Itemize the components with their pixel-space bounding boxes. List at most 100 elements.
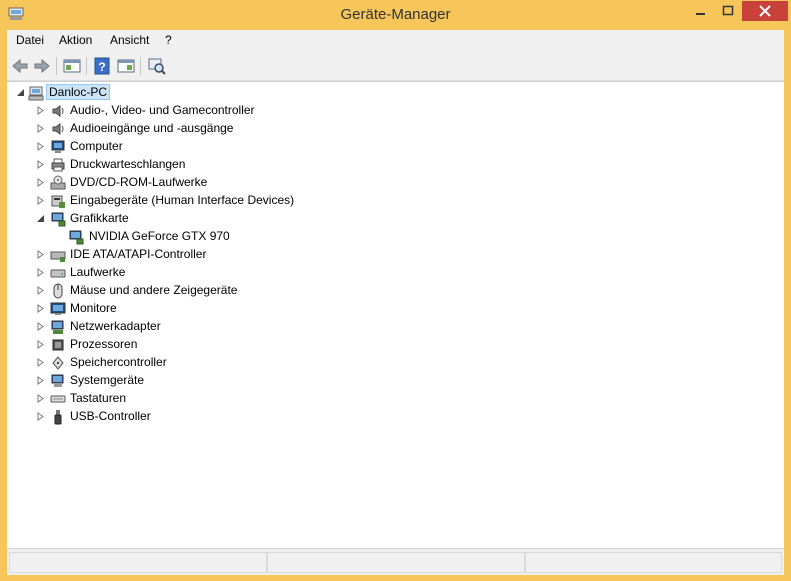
tree-category-row[interactable]: Systemgeräte <box>7 372 784 390</box>
tree-category-label: Speichercontroller <box>70 355 167 369</box>
expand-arrow-icon[interactable] <box>36 106 45 115</box>
menu-datei[interactable]: Datei <box>16 33 44 47</box>
tree-device-label: NVIDIA GeForce GTX 970 <box>89 229 230 243</box>
tree-category-row[interactable]: Monitore <box>7 300 784 318</box>
disk-drive-icon <box>50 269 66 278</box>
expand-arrow-icon[interactable] <box>36 250 45 259</box>
maximize-button[interactable] <box>714 1 742 21</box>
tree-category-label: Grafikkarte <box>70 211 129 225</box>
menu-ansicht[interactable]: Ansicht <box>110 33 149 47</box>
tree-category-row[interactable]: Eingabegeräte (Human Interface Devices) <box>7 192 784 210</box>
device-manager-window: Geräte-Manager Datei Aktion Ansicht ? ? … <box>0 0 791 581</box>
properties-view-icon[interactable] <box>62 56 82 76</box>
title-bar[interactable]: Geräte-Manager <box>0 0 791 30</box>
tree-category-label: Laufwerke <box>70 265 126 279</box>
expand-arrow-icon[interactable] <box>36 160 45 169</box>
ide-controller-icon <box>50 251 66 262</box>
hid-icon <box>51 195 65 208</box>
expand-arrow-icon[interactable] <box>36 412 45 421</box>
expand-arrow-icon[interactable] <box>36 142 45 151</box>
expand-arrow-icon[interactable] <box>36 196 45 205</box>
expand-arrow-icon[interactable] <box>36 322 45 331</box>
printer-icon <box>51 158 65 172</box>
collapse-arrow-icon[interactable] <box>16 88 25 97</box>
status-cell <box>267 552 525 573</box>
tree-category-row[interactable]: Prozessoren <box>7 336 784 354</box>
tree-category-label: Netzwerkadapter <box>70 319 161 333</box>
tree-category-label: Eingabegeräte (Human Interface Devices) <box>70 193 295 207</box>
tree-category-row[interactable]: Audio-, Video- und Gamecontroller <box>7 102 784 120</box>
toolbar-separator <box>140 57 141 75</box>
expand-arrow-icon[interactable] <box>36 304 45 313</box>
minimize-icon <box>696 13 705 15</box>
maximize-icon <box>722 5 734 16</box>
tree-category-row[interactable]: Druckwarteschlangen <box>7 156 784 174</box>
tree-category-row[interactable]: Mäuse und andere Zeigegeräte <box>7 282 784 300</box>
computer-root-icon <box>28 86 44 101</box>
expand-arrow-icon[interactable] <box>36 394 45 403</box>
network-adapter-icon <box>51 320 64 334</box>
menu-bar: Datei Aktion Ansicht ? <box>7 30 784 53</box>
tree-category-row[interactable]: USB-Controller <box>7 408 784 426</box>
tree-category-row[interactable]: Laufwerke <box>7 264 784 282</box>
collapse-arrow-icon[interactable] <box>36 214 45 223</box>
tree-category-label: Mäuse und andere Zeigegeräte <box>70 283 238 297</box>
status-cell <box>525 552 782 573</box>
svg-text:?: ? <box>98 60 105 74</box>
status-bar <box>7 548 784 575</box>
tree-category-row[interactable]: IDE ATA/ATAPI-Controller <box>7 246 784 264</box>
system-devices-icon <box>51 374 64 387</box>
expand-arrow-icon[interactable] <box>36 340 45 349</box>
help-icon[interactable]: ? <box>92 56 112 76</box>
expand-arrow-icon[interactable] <box>36 376 45 385</box>
tree-category-row[interactable]: Grafikkarte <box>7 210 784 228</box>
tree-category-row[interactable]: DVD/CD-ROM-Laufwerke <box>7 174 784 192</box>
usb-icon <box>54 410 62 425</box>
toolbar-separator <box>86 57 87 75</box>
minimize-button[interactable] <box>686 1 714 21</box>
tree-root[interactable]: Danloc-PC <box>7 84 784 102</box>
toolbar: ? <box>7 52 784 81</box>
tree-device-row[interactable]: NVIDIA GeForce GTX 970 <box>7 228 784 246</box>
tree-category-label: Computer <box>70 139 123 153</box>
computer-icon <box>51 140 65 153</box>
expand-arrow-icon[interactable] <box>36 358 45 367</box>
close-button[interactable] <box>742 1 788 21</box>
expand-arrow-icon[interactable] <box>36 178 45 187</box>
menu-aktion[interactable]: Aktion <box>59 33 92 47</box>
status-cell <box>9 552 267 573</box>
expand-arrow-icon[interactable] <box>36 268 45 277</box>
close-icon <box>759 5 771 17</box>
mouse-icon <box>53 283 63 299</box>
display-adapter-icon <box>51 212 66 227</box>
forward-arrow-icon[interactable] <box>32 56 52 76</box>
monitor-icon <box>50 302 66 315</box>
dvd-drive-icon <box>50 175 66 190</box>
keyboard-icon <box>50 395 66 403</box>
tree-category-label: Druckwarteschlangen <box>70 157 186 171</box>
speaker-icon <box>52 123 64 135</box>
processor-icon <box>52 339 64 351</box>
expand-arrow-icon[interactable] <box>36 124 45 133</box>
expand-arrow-icon[interactable] <box>36 286 45 295</box>
tree-category-row[interactable]: Audioeingänge und -ausgänge <box>7 120 784 138</box>
tree-category-label: Systemgeräte <box>70 373 145 387</box>
tree-category-row[interactable]: Netzwerkadapter <box>7 318 784 336</box>
device-tree[interactable]: Danloc-PC Audio-, Video- und Gamecontrol… <box>7 81 784 549</box>
tree-category-row[interactable]: Computer <box>7 138 784 156</box>
show-pane-icon[interactable] <box>116 56 136 76</box>
tree-category-label: Audioeingänge und -ausgänge <box>70 121 234 135</box>
tree-category-label: Audio-, Video- und Gamecontroller <box>70 103 255 117</box>
tree-category-label: USB-Controller <box>70 409 151 423</box>
back-arrow-icon[interactable] <box>10 56 30 76</box>
tree-category-label: Prozessoren <box>70 337 138 351</box>
tree-category-label: DVD/CD-ROM-Laufwerke <box>70 175 208 189</box>
speaker-icon <box>52 105 64 117</box>
tree-category-row[interactable]: Speichercontroller <box>7 354 784 372</box>
menu-help[interactable]: ? <box>165 33 172 47</box>
toolbar-separator <box>56 57 57 75</box>
tree-category-label: Monitore <box>70 301 117 315</box>
scan-hardware-icon[interactable] <box>147 56 167 76</box>
gpu-device-icon <box>69 230 84 245</box>
tree-category-row[interactable]: Tastaturen <box>7 390 784 408</box>
